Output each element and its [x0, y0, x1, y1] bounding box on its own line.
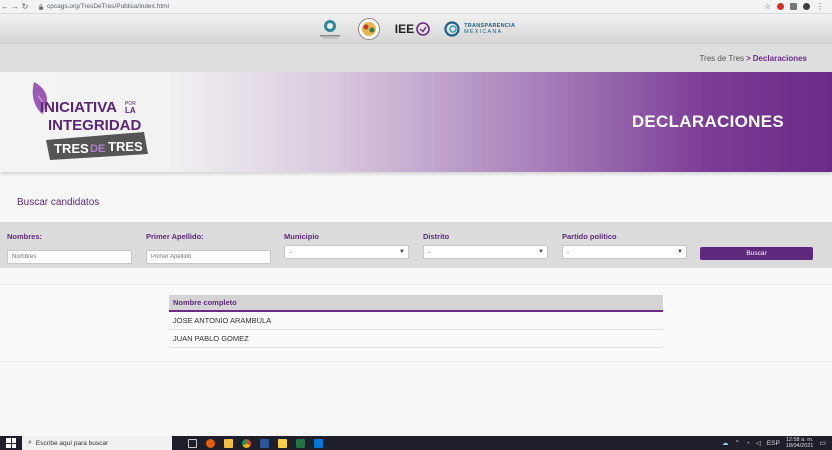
puzzle-icon[interactable]: [790, 3, 797, 10]
brand-line3a: TRES: [54, 141, 89, 156]
nombres-input[interactable]: [7, 250, 132, 264]
apellido-label: Primer Apellido:: [146, 232, 204, 241]
star-icon[interactable]: ☆: [764, 2, 771, 11]
firefox-icon[interactable]: [206, 438, 215, 448]
search-heading: Buscar candidatos: [17, 197, 100, 208]
excel-icon[interactable]: [296, 438, 305, 448]
distrito-select[interactable]: - ▼: [423, 245, 548, 259]
taskbar-search[interactable]: ⌕ Escribe aquí para buscar: [22, 436, 172, 450]
brand-la: LA: [125, 106, 136, 115]
chevron-down-icon: ▼: [399, 249, 405, 255]
taskbar-search-placeholder: Escribe aquí para buscar: [35, 439, 109, 447]
reload-icon[interactable]: ↻: [20, 2, 30, 11]
brand-line1: INICIATIVA: [40, 99, 117, 116]
integridad-logo: INICIATIVA POR LA INTEGRIDAD TRES DE TRE…: [32, 82, 148, 160]
apellido-input[interactable]: [146, 250, 271, 264]
results-table: Nombre completo JOSE ANTONIO ARAMBULA JU…: [169, 295, 663, 348]
page-banner: INICIATIVA POR LA INTEGRIDAD TRES DE TRE…: [0, 72, 832, 172]
system-tray: ☁ ⌃ ◔ ◁ ESP 12:58 a. m. 18/04/2021 ▭: [722, 437, 832, 449]
seal-logo: [357, 17, 381, 41]
distrito-value: -: [428, 248, 431, 256]
table-header-row: Nombre completo: [169, 295, 663, 312]
partido-value: -: [567, 248, 570, 256]
search-filters: Nombres: Primer Apellido: Municipio - ▼ …: [0, 222, 832, 268]
menu-icon[interactable]: ⋮: [816, 2, 824, 11]
nombres-field: Nombres:: [7, 232, 132, 264]
breadcrumb-separator: >: [746, 53, 751, 63]
chevron-down-icon: ▼: [677, 249, 683, 255]
brand-line2: INTEGRIDAD: [48, 117, 142, 134]
column-header-nombre[interactable]: Nombre completo: [169, 295, 663, 312]
extension-icon[interactable]: [777, 3, 784, 10]
mexicana-text: MEXICANA: [464, 29, 503, 35]
chevron-up-icon[interactable]: ⌃: [734, 439, 739, 447]
iee-text: IEE: [394, 22, 415, 36]
results-area: Nombre completo JOSE ANTONIO ARAMBULA JU…: [0, 284, 832, 362]
breadcrumb-parent[interactable]: Tres de Tres: [699, 54, 744, 63]
partido-field: Partido político - ▼: [562, 232, 687, 259]
forward-icon[interactable]: →: [10, 2, 20, 11]
word-icon[interactable]: [260, 438, 269, 448]
network-icon[interactable]: ◔: [746, 440, 750, 447]
windows-taskbar: ⌕ Escribe aquí para buscar ☁ ⌃ ◔ ◁ ESP 1…: [0, 436, 832, 450]
municipio-select[interactable]: - ▼: [284, 245, 409, 259]
search-button[interactable]: Buscar: [700, 247, 813, 260]
weather-icon[interactable]: ☁: [722, 439, 729, 447]
municipio-label: Municipio: [284, 232, 319, 241]
partido-label: Partido político: [562, 232, 617, 241]
distrito-label: Distrito: [423, 232, 450, 241]
clock-date: 18/04/2021: [785, 443, 814, 449]
chevron-down-icon: ▼: [538, 249, 544, 255]
table-row[interactable]: JOSE ANTONIO ARAMBULA: [169, 311, 663, 330]
sticky-notes-icon[interactable]: [278, 438, 287, 448]
photos-icon[interactable]: [314, 438, 323, 448]
breadcrumb-current: Declaraciones: [752, 53, 807, 63]
page-title: DECLARACIONES: [631, 112, 784, 131]
candidate-name[interactable]: JOSE ANTONIO ARAMBULA: [169, 311, 663, 330]
partner-logos: IEE TRANSPARENCIA MEXICANA: [0, 14, 832, 44]
search-icon: ⌕: [28, 439, 32, 446]
apellido-field: Primer Apellido:: [146, 232, 271, 264]
windows-start-icon[interactable]: [6, 438, 16, 448]
clock[interactable]: 12:58 a. m. 18/04/2021: [786, 437, 814, 449]
iee-logo: IEE: [395, 22, 430, 36]
brand-line3b: DE: [90, 143, 105, 155]
task-view-icon[interactable]: [188, 438, 197, 448]
cpc-logo: [317, 18, 343, 40]
avatar[interactable]: [803, 3, 810, 10]
chrome-icon[interactable]: [242, 438, 251, 448]
municipio-field: Municipio - ▼: [284, 232, 409, 259]
notification-icon[interactable]: ▭: [819, 439, 826, 447]
municipio-value: -: [289, 248, 292, 256]
transparencia-logo: TRANSPARENCIA MEXICANA: [444, 21, 515, 37]
browser-toolbar: ← → ↻ cpcags.org/TresDeTres/Publica/inde…: [0, 0, 832, 14]
file-explorer-icon[interactable]: [224, 438, 233, 448]
distrito-field: Distrito - ▼: [423, 232, 548, 259]
address-bar[interactable]: cpcags.org/TresDeTres/Publica/index.html: [47, 3, 169, 10]
language-indicator[interactable]: ESP: [767, 440, 780, 447]
breadcrumb: Tres de Tres > Declaraciones: [0, 44, 832, 72]
candidate-name[interactable]: JUAN PABLO GOMEZ: [169, 329, 663, 348]
brand-line3c: TRES: [108, 139, 143, 154]
taskbar-apps: [188, 438, 323, 448]
nombres-label: Nombres:: [7, 232, 43, 241]
partido-select[interactable]: - ▼: [562, 245, 687, 259]
back-icon[interactable]: ←: [0, 2, 10, 11]
lock-icon: [39, 3, 43, 10]
table-row[interactable]: JUAN PABLO GOMEZ: [169, 329, 663, 348]
volume-icon[interactable]: ◁: [756, 439, 761, 447]
